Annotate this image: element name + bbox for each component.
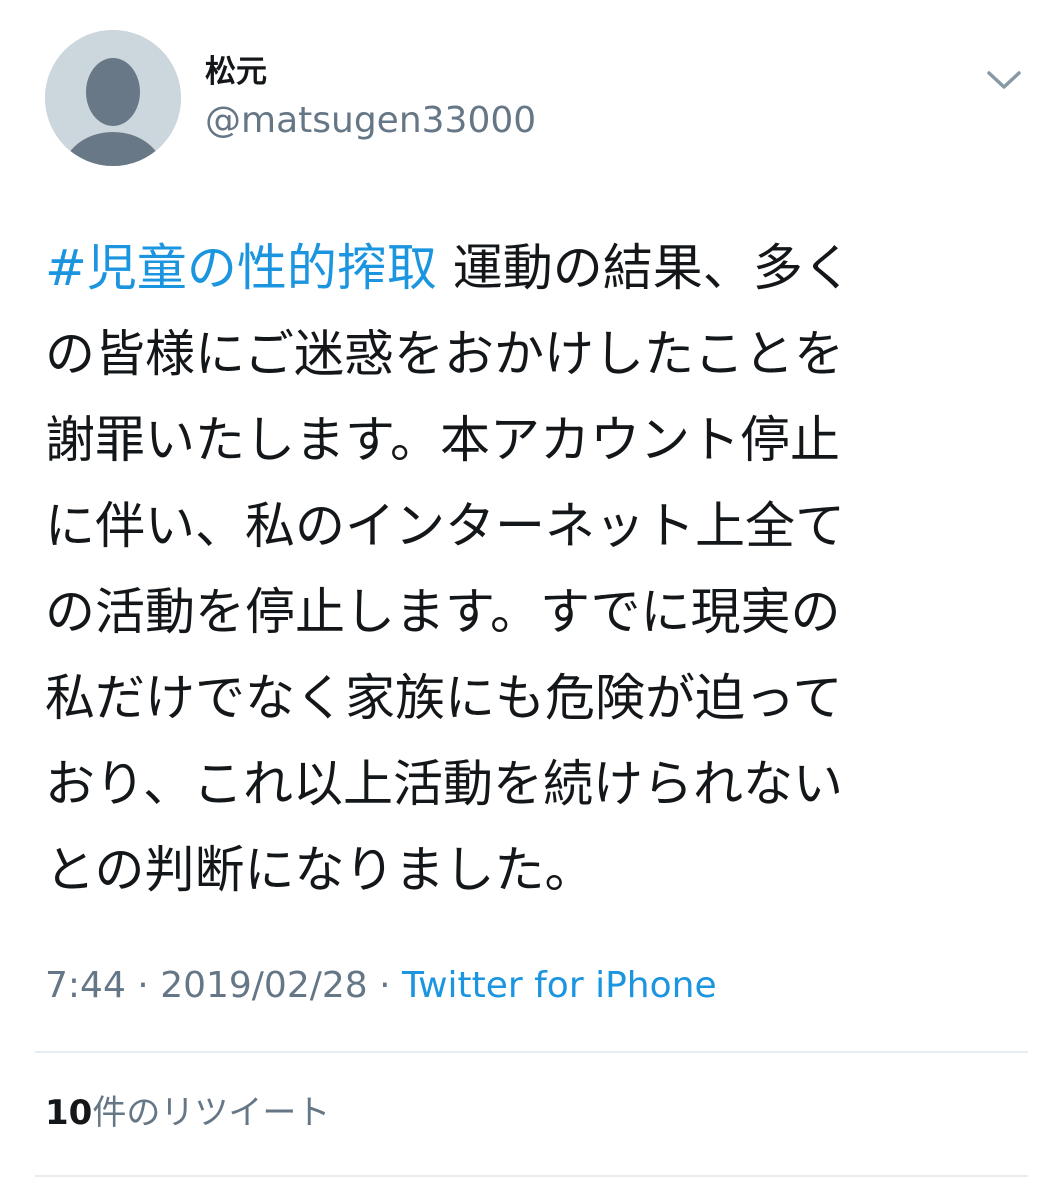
avatar[interactable] — [45, 30, 181, 166]
chevron-down-icon[interactable] — [984, 60, 1024, 100]
retweet-count-link[interactable]: 10件のリツイート — [45, 1090, 330, 1136]
hashtag-link[interactable]: #児童の性的搾取 — [45, 239, 437, 297]
retweet-label: 件のリツイート — [92, 1093, 331, 1133]
divider — [35, 1051, 1028, 1053]
user-display-name[interactable]: 松元 — [205, 52, 267, 92]
tweet-text-line: の活動を停止します。すでに現実の — [45, 583, 841, 641]
tweet-detail: 松元 @matsugen33000 #児童の性的搾取 運動の結果、多く の皆様に… — [0, 0, 1061, 1200]
tweet-source-link[interactable]: Twitter for iPhone — [402, 965, 717, 1006]
tweet-text: #児童の性的搾取 運動の結果、多く の皆様にご迷惑をおかけしたことを 謝罪いたし… — [45, 225, 1035, 913]
meta-separator: · — [367, 965, 403, 1006]
default-avatar-icon — [45, 30, 181, 166]
user-handle[interactable]: @matsugen33000 — [205, 99, 536, 143]
tweet-text-line: 謝罪いたします。本アカウント停止 — [45, 411, 840, 469]
tweet-text-line: #児童の性的搾取 運動の結果、多く — [45, 225, 1035, 311]
tweet-meta: 7:44 · 2019/02/28 · Twitter for iPhone — [45, 962, 717, 1010]
divider — [35, 1175, 1028, 1177]
tweet-text-line: おり、これ以上活動を続けられない — [45, 755, 843, 813]
tweet-text-line: 私だけでなく家族にも危険が迫って — [45, 669, 843, 727]
tweet-text-line: に伴い、私のインターネット上全て — [45, 497, 845, 555]
tweet-time: 7:44 — [45, 965, 126, 1006]
retweet-count: 10 — [45, 1093, 93, 1133]
tweet-text-line: との判断になりました。 — [45, 841, 595, 899]
meta-separator: · — [125, 965, 161, 1006]
tweet-text-segment: 運動の結果、多く — [436, 239, 853, 297]
tweet-date: 2019/02/28 — [160, 965, 368, 1006]
tweet-text-line: の皆様にご迷惑をおかけしたことを — [45, 325, 844, 383]
